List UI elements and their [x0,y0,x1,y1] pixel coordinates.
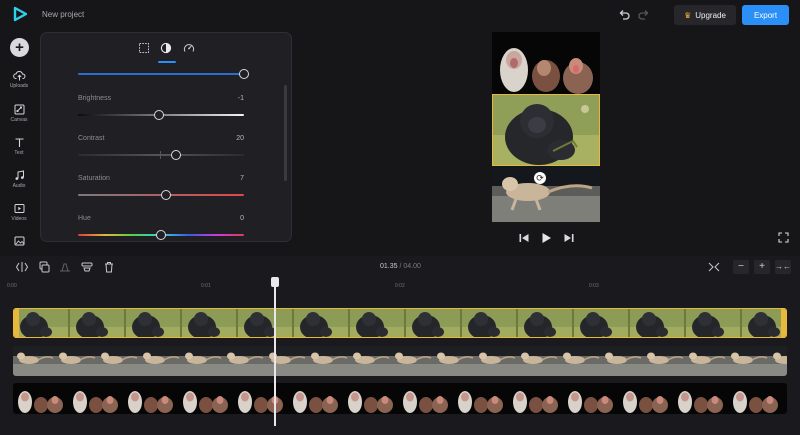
crop-icon[interactable] [138,42,150,54]
fullscreen-icon[interactable] [778,232,789,243]
sidebar-item-uploads[interactable]: Uploads [0,70,38,89]
baboons-image [492,32,600,94]
brightness-label: Brightness [78,95,112,102]
video-preview[interactable] [492,32,600,222]
monkey-image [492,166,600,222]
brightness-slider[interactable]: Brightness -1 [78,95,244,121]
sidebar-item-videos[interactable]: Videos [0,203,38,222]
timeline: 01.35 / 04.00 − + →← 0:00 0:01 0:02 0:03 [0,256,800,435]
ruler-label: 0:02 [395,283,405,289]
skip-forward-icon[interactable] [563,232,575,244]
saturation-label: Saturation [78,175,110,182]
current-time: 01.35 [380,263,398,270]
time-separator: / [399,263,402,270]
sidebar-item-text[interactable]: Text [0,137,38,156]
sidebar-item-images[interactable] [0,236,38,246]
adjust-panel: Brightness -1 Contrast 20 Saturation 7 H… [40,32,292,242]
panel-tabs [41,33,291,63]
delete-icon[interactable] [102,261,116,273]
snap-icon[interactable] [707,261,721,273]
add-media-button[interactable]: + [10,38,29,57]
canvas-icon [14,104,24,115]
split-icon[interactable] [15,261,29,273]
trim-handle-right[interactable] [781,309,786,337]
text-icon [15,138,23,147]
timeline-track-monkey[interactable] [13,346,787,376]
hue-value: 0 [240,215,244,222]
redo-icon[interactable] [637,8,651,22]
panel-scrollbar[interactable] [284,85,287,181]
ruler-label: 0:00 [7,283,17,289]
ruler-label: 0:03 [589,283,599,289]
zoom-fit-button[interactable]: →← [775,260,791,274]
videos-icon [14,204,24,213]
adjust-icon[interactable] [160,42,172,54]
contrast-value: 20 [236,135,244,142]
slider-track [78,73,244,75]
speed-icon[interactable] [183,42,195,54]
timecode: 01.35 / 04.00 [380,263,421,270]
playhead[interactable] [274,280,276,426]
upload-icon [12,71,25,81]
hue-slider[interactable]: Hue 0 [78,215,244,241]
sidebar-item-audio[interactable]: Audio [0,170,38,189]
sidebar-item-label: Videos [11,216,27,222]
rotate-icon[interactable]: ⟳ [534,172,546,184]
sidebar-item-canvas[interactable]: Canvas [0,104,38,123]
slider-scrolled[interactable] [78,69,249,85]
export-button[interactable]: Export [742,5,789,25]
upgrade-label: Upgrade [695,10,726,20]
contrast-center-tick [160,151,161,159]
upgrade-button[interactable]: ♛ Upgrade [674,5,736,25]
trim-icon[interactable] [58,261,72,273]
hue-label: Hue [78,215,91,222]
zoom-out-button[interactable]: − [733,260,749,274]
timeline-track-gorilla[interactable] [13,308,787,338]
brightness-thumb[interactable] [154,110,165,120]
audio-icon [15,170,24,180]
sidebar-item-label: Text [14,150,24,156]
saturation-value: 7 [240,175,244,182]
images-icon [14,236,24,246]
duplicate-icon[interactable] [37,261,51,273]
timeline-track-baboons[interactable] [13,383,787,414]
preview-clip-baboons[interactable] [492,32,600,94]
preview-clip-gorilla[interactable] [492,94,600,166]
sidebar-item-label: Canvas [10,117,28,123]
left-toolbar: + Uploads Canvas Text Audio Videos [0,30,38,252]
trim-handle-left[interactable] [14,309,19,337]
contrast-thumb[interactable] [170,150,181,160]
gorilla-image [493,95,599,165]
saturation-thumb[interactable] [160,190,171,200]
crown-icon: ♛ [684,10,692,20]
sidebar-item-label: Audio [12,183,26,189]
baboons-thumbnails [13,383,787,414]
skip-back-icon[interactable] [518,232,530,244]
clip-adjust-icon[interactable] [80,261,94,273]
contrast-slider[interactable]: Contrast 20 [78,135,244,161]
monkey-thumbnails [13,346,787,376]
time-ruler[interactable]: 0:00 0:01 0:02 0:03 [0,278,800,290]
play-icon[interactable] [540,232,552,244]
undo-icon[interactable] [617,8,631,22]
active-tab-indicator [158,61,176,63]
top-bar: New project ♛ Upgrade Export [0,0,800,30]
app-logo-icon[interactable] [12,6,28,22]
timeline-toolbar: 01.35 / 04.00 − + →← [0,256,800,278]
project-title[interactable]: New project [42,10,84,19]
total-time: 04.00 [403,263,421,270]
slider-thumb[interactable] [239,69,249,79]
hue-thumb[interactable] [156,230,166,240]
preview-clip-monkey[interactable] [492,166,600,222]
contrast-track [78,154,244,156]
contrast-label: Contrast [78,135,105,142]
brightness-value: -1 [237,95,244,102]
sidebar-item-label: Uploads [9,83,29,89]
video-editor: New project ♛ Upgrade Export + Uploads C… [0,0,800,435]
saturation-slider[interactable]: Saturation 7 [78,175,244,201]
gorilla-thumbnails [14,309,786,337]
zoom-in-button[interactable]: + [754,260,770,274]
ruler-label: 0:01 [201,283,211,289]
